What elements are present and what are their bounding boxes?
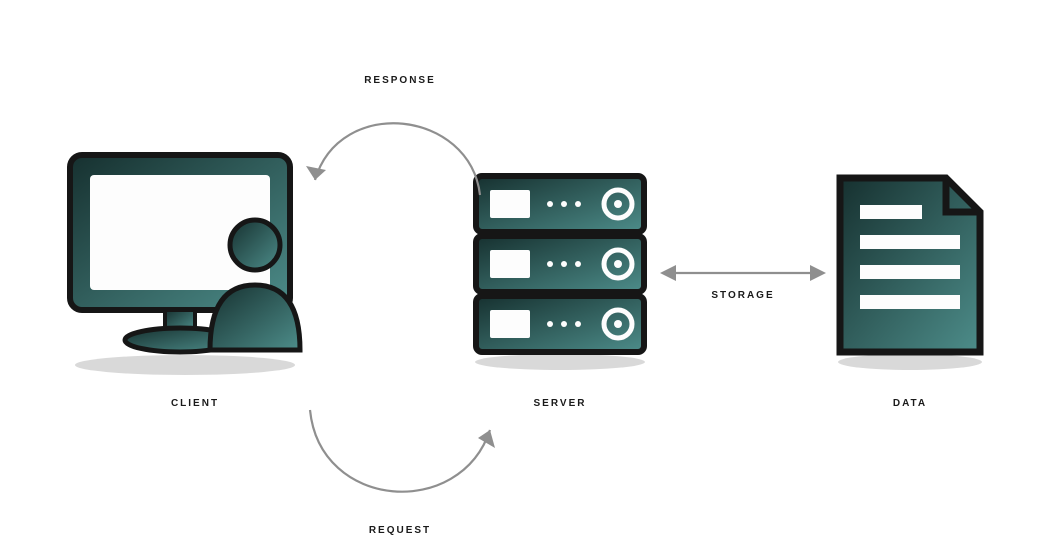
data-label: DATA: [860, 398, 960, 409]
response-label: RESPONSE: [350, 75, 450, 86]
data-icon: [830, 170, 990, 370]
client-label: CLIENT: [145, 398, 245, 409]
storage-label: STORAGE: [693, 290, 793, 301]
storage-arrow: [658, 258, 828, 288]
request-arrow: [290, 400, 510, 540]
response-arrow: [300, 80, 500, 220]
server-label: SERVER: [510, 398, 610, 409]
client-icon: [60, 150, 320, 380]
request-label: REQUEST: [350, 525, 450, 536]
